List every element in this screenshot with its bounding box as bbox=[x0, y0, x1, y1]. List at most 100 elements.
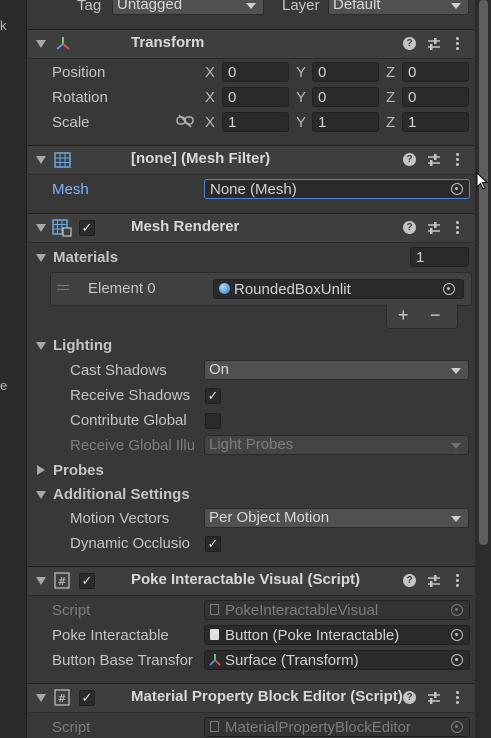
mesh-label: Mesh bbox=[52, 181, 89, 198]
object-picker-icon[interactable] bbox=[443, 283, 455, 295]
mpb-editor-title: Material Property Block Editor (Script) bbox=[131, 688, 403, 705]
enabled-checkbox[interactable]: ✓ bbox=[79, 573, 95, 589]
presets-icon[interactable] bbox=[426, 36, 442, 52]
mesh-renderer-title: Mesh Renderer bbox=[131, 218, 240, 235]
z-label: Z bbox=[386, 114, 396, 131]
kebab-menu-icon[interactable] bbox=[456, 37, 459, 52]
receive-shadows-checkbox[interactable]: ✓ bbox=[205, 388, 221, 404]
left-strip-letter: k bbox=[0, 18, 7, 33]
contribute-global-checkbox[interactable] bbox=[205, 413, 221, 429]
position-x-field[interactable]: 0 bbox=[222, 62, 289, 82]
script-icon: # bbox=[54, 689, 70, 706]
layer-value: Default bbox=[333, 0, 381, 13]
cast-shadows-label: Cast Shadows bbox=[70, 362, 167, 379]
probes-label: Probes bbox=[53, 462, 104, 479]
remove-element-button[interactable]: − bbox=[430, 305, 441, 326]
presets-icon[interactable] bbox=[426, 690, 442, 706]
help-icon[interactable]: ? bbox=[403, 691, 416, 704]
help-icon[interactable]: ? bbox=[403, 153, 416, 166]
presets-icon[interactable] bbox=[426, 573, 442, 589]
rotation-z-field[interactable]: 0 bbox=[402, 87, 469, 107]
object-picker-icon bbox=[451, 721, 463, 733]
transform-axes-icon bbox=[209, 654, 221, 666]
presets-icon[interactable] bbox=[426, 220, 442, 236]
y-label: Y bbox=[296, 64, 307, 81]
motion-vectors-dropdown[interactable]: Per Object Motion bbox=[204, 508, 469, 528]
x-label: X bbox=[205, 114, 216, 131]
script-file-icon bbox=[210, 721, 219, 732]
foldout-arrow-icon[interactable] bbox=[36, 254, 46, 262]
receive-global-value: Light Probes bbox=[209, 436, 294, 453]
kebab-menu-icon[interactable] bbox=[456, 153, 459, 168]
mesh-renderer-header[interactable]: ✓ Mesh Renderer ? bbox=[28, 213, 474, 243]
script-file-icon bbox=[210, 604, 219, 615]
left-strip-letter: e bbox=[0, 378, 8, 393]
mesh-renderer-icon bbox=[52, 219, 72, 237]
mesh-filter-header[interactable]: [none] (Mesh Filter) ? bbox=[28, 145, 474, 175]
poke-visual-header[interactable]: # ✓ Poke Interactable Visual (Script) ? bbox=[28, 566, 474, 596]
transform-header[interactable]: Transform ? bbox=[28, 29, 474, 59]
enabled-checkbox[interactable]: ✓ bbox=[79, 690, 95, 706]
additional-settings-label: Additional Settings bbox=[53, 486, 190, 503]
kebab-menu-icon[interactable] bbox=[456, 221, 459, 236]
help-icon[interactable]: ? bbox=[403, 37, 416, 50]
script-label: Script bbox=[52, 719, 91, 736]
scale-z-field[interactable]: 1 bbox=[402, 112, 469, 132]
cast-shadows-dropdown[interactable]: On bbox=[204, 360, 469, 380]
presets-icon[interactable] bbox=[426, 152, 442, 168]
add-element-button[interactable]: + bbox=[398, 305, 409, 326]
material-sphere-icon bbox=[219, 283, 230, 294]
button-base-transform-value: Surface (Transform) bbox=[225, 652, 359, 669]
foldout-arrow-icon[interactable] bbox=[36, 491, 46, 499]
motion-vectors-value: Per Object Motion bbox=[209, 509, 330, 526]
drag-handle-icon[interactable] bbox=[57, 285, 69, 286]
y-label: Y bbox=[296, 89, 307, 106]
foldout-arrow-icon[interactable] bbox=[37, 465, 45, 475]
left-panel-strip: k e bbox=[0, 0, 27, 738]
mpb-editor-header[interactable]: # ✓ Material Property Block Editor (Scri… bbox=[28, 683, 474, 713]
rotation-x-field[interactable]: 0 bbox=[222, 87, 289, 107]
rotation-y-field[interactable]: 0 bbox=[312, 87, 379, 107]
materials-count-field[interactable]: 1 bbox=[410, 247, 469, 267]
enabled-checkbox[interactable]: ✓ bbox=[79, 220, 95, 236]
object-picker-icon bbox=[451, 604, 463, 616]
mesh-value: None (Mesh) bbox=[210, 181, 297, 198]
scale-y-field[interactable]: 1 bbox=[312, 112, 379, 132]
dynamic-occlusion-checkbox[interactable]: ✓ bbox=[205, 536, 221, 552]
object-picker-icon[interactable] bbox=[451, 629, 463, 641]
mesh-object-field[interactable]: None (Mesh) bbox=[204, 179, 470, 199]
unlink-icon[interactable] bbox=[176, 114, 194, 128]
foldout-arrow-icon[interactable] bbox=[36, 694, 46, 702]
foldout-arrow-icon[interactable] bbox=[36, 40, 46, 48]
drag-handle-icon[interactable] bbox=[57, 289, 69, 290]
help-icon[interactable]: ? bbox=[403, 221, 416, 234]
object-picker-icon[interactable] bbox=[451, 183, 463, 195]
foldout-arrow-icon[interactable] bbox=[36, 342, 46, 350]
scale-x-field[interactable]: 1 bbox=[222, 112, 289, 132]
foldout-arrow-icon[interactable] bbox=[36, 156, 46, 164]
list-buttons-bar bbox=[386, 304, 458, 329]
foldout-arrow-icon[interactable] bbox=[36, 224, 46, 232]
chevron-down-icon bbox=[246, 3, 256, 9]
position-y-field[interactable]: 0 bbox=[312, 62, 379, 82]
foldout-arrow-icon[interactable] bbox=[36, 577, 46, 585]
x-label: X bbox=[205, 89, 216, 106]
transform-title: Transform bbox=[131, 34, 205, 51]
position-z-field[interactable]: 0 bbox=[402, 62, 469, 82]
materials-label: Materials bbox=[53, 249, 119, 266]
button-base-transform-field[interactable]: Surface (Transform) bbox=[204, 650, 470, 670]
kebab-menu-icon[interactable] bbox=[456, 691, 459, 706]
scrollbar-thumb[interactable] bbox=[479, 0, 488, 545]
script-label: Script bbox=[52, 602, 91, 619]
script-value: PokeInteractableVisual bbox=[225, 602, 379, 619]
kebab-menu-icon[interactable] bbox=[456, 574, 459, 589]
help-icon[interactable]: ? bbox=[403, 574, 416, 587]
tag-dropdown[interactable]: Untagged bbox=[112, 0, 264, 15]
scale-label: Scale bbox=[52, 114, 90, 131]
tag-label: Tag bbox=[77, 0, 102, 14]
poke-interactable-field[interactable]: Button (Poke Interactable) bbox=[204, 625, 470, 645]
material-object-field[interactable]: RoundedBoxUnlit bbox=[213, 279, 464, 299]
layer-dropdown[interactable]: Default bbox=[328, 0, 469, 15]
receive-global-label: Receive Global Illu bbox=[70, 437, 196, 454]
object-picker-icon[interactable] bbox=[451, 654, 463, 666]
